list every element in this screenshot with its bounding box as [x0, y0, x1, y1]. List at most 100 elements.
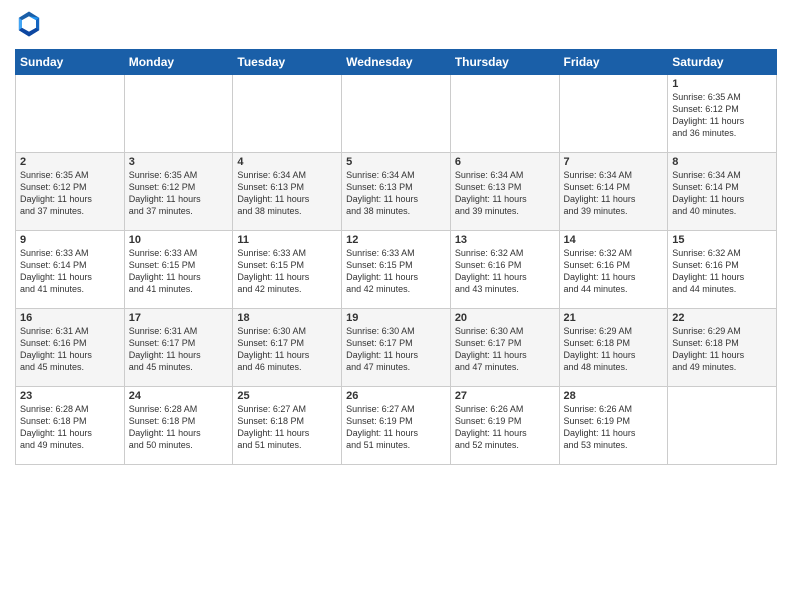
day-number: 2 [20, 156, 120, 168]
day-number: 7 [564, 156, 664, 168]
day-cell: 23Sunrise: 6:28 AM Sunset: 6:18 PM Dayli… [16, 387, 125, 465]
header-cell-thursday: Thursday [450, 50, 559, 75]
day-cell: 26Sunrise: 6:27 AM Sunset: 6:19 PM Dayli… [342, 387, 451, 465]
day-info: Sunrise: 6:29 AM Sunset: 6:18 PM Dayligh… [672, 325, 772, 374]
day-number: 8 [672, 156, 772, 168]
header-cell-saturday: Saturday [668, 50, 777, 75]
day-cell: 18Sunrise: 6:30 AM Sunset: 6:17 PM Dayli… [233, 309, 342, 387]
day-number: 11 [237, 234, 337, 246]
week-row-2: 9Sunrise: 6:33 AM Sunset: 6:14 PM Daylig… [16, 231, 777, 309]
day-info: Sunrise: 6:31 AM Sunset: 6:16 PM Dayligh… [20, 325, 120, 374]
week-row-3: 16Sunrise: 6:31 AM Sunset: 6:16 PM Dayli… [16, 309, 777, 387]
day-cell: 27Sunrise: 6:26 AM Sunset: 6:19 PM Dayli… [450, 387, 559, 465]
day-number: 1 [672, 78, 772, 90]
day-info: Sunrise: 6:34 AM Sunset: 6:13 PM Dayligh… [346, 169, 446, 218]
day-info: Sunrise: 6:33 AM Sunset: 6:15 PM Dayligh… [237, 247, 337, 296]
day-number: 4 [237, 156, 337, 168]
day-info: Sunrise: 6:35 AM Sunset: 6:12 PM Dayligh… [20, 169, 120, 218]
day-info: Sunrise: 6:30 AM Sunset: 6:17 PM Dayligh… [237, 325, 337, 374]
header-cell-sunday: Sunday [16, 50, 125, 75]
day-number: 13 [455, 234, 555, 246]
day-number: 21 [564, 312, 664, 324]
day-info: Sunrise: 6:29 AM Sunset: 6:18 PM Dayligh… [564, 325, 664, 374]
day-info: Sunrise: 6:33 AM Sunset: 6:15 PM Dayligh… [129, 247, 229, 296]
day-number: 12 [346, 234, 446, 246]
day-cell: 17Sunrise: 6:31 AM Sunset: 6:17 PM Dayli… [124, 309, 233, 387]
day-cell [233, 75, 342, 153]
header-row: SundayMondayTuesdayWednesdayThursdayFrid… [16, 50, 777, 75]
week-row-0: 1Sunrise: 6:35 AM Sunset: 6:12 PM Daylig… [16, 75, 777, 153]
week-row-4: 23Sunrise: 6:28 AM Sunset: 6:18 PM Dayli… [16, 387, 777, 465]
day-cell: 5Sunrise: 6:34 AM Sunset: 6:13 PM Daylig… [342, 153, 451, 231]
day-cell: 7Sunrise: 6:34 AM Sunset: 6:14 PM Daylig… [559, 153, 668, 231]
logo [15, 10, 45, 43]
day-number: 26 [346, 390, 446, 402]
header [15, 10, 777, 43]
day-cell: 20Sunrise: 6:30 AM Sunset: 6:17 PM Dayli… [450, 309, 559, 387]
day-cell: 22Sunrise: 6:29 AM Sunset: 6:18 PM Dayli… [668, 309, 777, 387]
day-number: 25 [237, 390, 337, 402]
day-cell: 11Sunrise: 6:33 AM Sunset: 6:15 PM Dayli… [233, 231, 342, 309]
day-number: 9 [20, 234, 120, 246]
day-info: Sunrise: 6:27 AM Sunset: 6:19 PM Dayligh… [346, 403, 446, 452]
day-info: Sunrise: 6:32 AM Sunset: 6:16 PM Dayligh… [672, 247, 772, 296]
day-number: 5 [346, 156, 446, 168]
day-cell: 3Sunrise: 6:35 AM Sunset: 6:12 PM Daylig… [124, 153, 233, 231]
day-info: Sunrise: 6:28 AM Sunset: 6:18 PM Dayligh… [129, 403, 229, 452]
day-cell: 8Sunrise: 6:34 AM Sunset: 6:14 PM Daylig… [668, 153, 777, 231]
day-cell [668, 387, 777, 465]
day-info: Sunrise: 6:32 AM Sunset: 6:16 PM Dayligh… [455, 247, 555, 296]
day-cell [559, 75, 668, 153]
day-info: Sunrise: 6:33 AM Sunset: 6:15 PM Dayligh… [346, 247, 446, 296]
day-cell: 10Sunrise: 6:33 AM Sunset: 6:15 PM Dayli… [124, 231, 233, 309]
day-number: 17 [129, 312, 229, 324]
day-number: 24 [129, 390, 229, 402]
day-cell: 16Sunrise: 6:31 AM Sunset: 6:16 PM Dayli… [16, 309, 125, 387]
day-info: Sunrise: 6:34 AM Sunset: 6:13 PM Dayligh… [237, 169, 337, 218]
day-cell [342, 75, 451, 153]
day-number: 16 [20, 312, 120, 324]
day-info: Sunrise: 6:35 AM Sunset: 6:12 PM Dayligh… [672, 91, 772, 140]
week-row-1: 2Sunrise: 6:35 AM Sunset: 6:12 PM Daylig… [16, 153, 777, 231]
day-cell: 9Sunrise: 6:33 AM Sunset: 6:14 PM Daylig… [16, 231, 125, 309]
day-number: 22 [672, 312, 772, 324]
day-cell: 21Sunrise: 6:29 AM Sunset: 6:18 PM Dayli… [559, 309, 668, 387]
day-info: Sunrise: 6:34 AM Sunset: 6:13 PM Dayligh… [455, 169, 555, 218]
day-number: 19 [346, 312, 446, 324]
day-info: Sunrise: 6:28 AM Sunset: 6:18 PM Dayligh… [20, 403, 120, 452]
day-info: Sunrise: 6:26 AM Sunset: 6:19 PM Dayligh… [455, 403, 555, 452]
day-info: Sunrise: 6:32 AM Sunset: 6:16 PM Dayligh… [564, 247, 664, 296]
day-cell: 24Sunrise: 6:28 AM Sunset: 6:18 PM Dayli… [124, 387, 233, 465]
calendar-table: SundayMondayTuesdayWednesdayThursdayFrid… [15, 49, 777, 465]
day-cell: 15Sunrise: 6:32 AM Sunset: 6:16 PM Dayli… [668, 231, 777, 309]
day-info: Sunrise: 6:31 AM Sunset: 6:17 PM Dayligh… [129, 325, 229, 374]
day-cell: 14Sunrise: 6:32 AM Sunset: 6:16 PM Dayli… [559, 231, 668, 309]
day-cell: 2Sunrise: 6:35 AM Sunset: 6:12 PM Daylig… [16, 153, 125, 231]
day-cell [124, 75, 233, 153]
day-cell: 4Sunrise: 6:34 AM Sunset: 6:13 PM Daylig… [233, 153, 342, 231]
day-number: 18 [237, 312, 337, 324]
day-cell: 12Sunrise: 6:33 AM Sunset: 6:15 PM Dayli… [342, 231, 451, 309]
day-cell [16, 75, 125, 153]
logo-icon [17, 10, 41, 38]
day-cell: 13Sunrise: 6:32 AM Sunset: 6:16 PM Dayli… [450, 231, 559, 309]
page: SundayMondayTuesdayWednesdayThursdayFrid… [0, 0, 792, 612]
header-cell-friday: Friday [559, 50, 668, 75]
day-info: Sunrise: 6:30 AM Sunset: 6:17 PM Dayligh… [455, 325, 555, 374]
day-info: Sunrise: 6:26 AM Sunset: 6:19 PM Dayligh… [564, 403, 664, 452]
day-cell [450, 75, 559, 153]
header-cell-tuesday: Tuesday [233, 50, 342, 75]
day-cell: 25Sunrise: 6:27 AM Sunset: 6:18 PM Dayli… [233, 387, 342, 465]
day-number: 14 [564, 234, 664, 246]
day-info: Sunrise: 6:33 AM Sunset: 6:14 PM Dayligh… [20, 247, 120, 296]
day-info: Sunrise: 6:34 AM Sunset: 6:14 PM Dayligh… [564, 169, 664, 218]
day-info: Sunrise: 6:30 AM Sunset: 6:17 PM Dayligh… [346, 325, 446, 374]
day-info: Sunrise: 6:35 AM Sunset: 6:12 PM Dayligh… [129, 169, 229, 218]
day-number: 27 [455, 390, 555, 402]
day-cell: 19Sunrise: 6:30 AM Sunset: 6:17 PM Dayli… [342, 309, 451, 387]
day-number: 10 [129, 234, 229, 246]
day-number: 6 [455, 156, 555, 168]
day-number: 3 [129, 156, 229, 168]
day-cell: 6Sunrise: 6:34 AM Sunset: 6:13 PM Daylig… [450, 153, 559, 231]
day-number: 23 [20, 390, 120, 402]
